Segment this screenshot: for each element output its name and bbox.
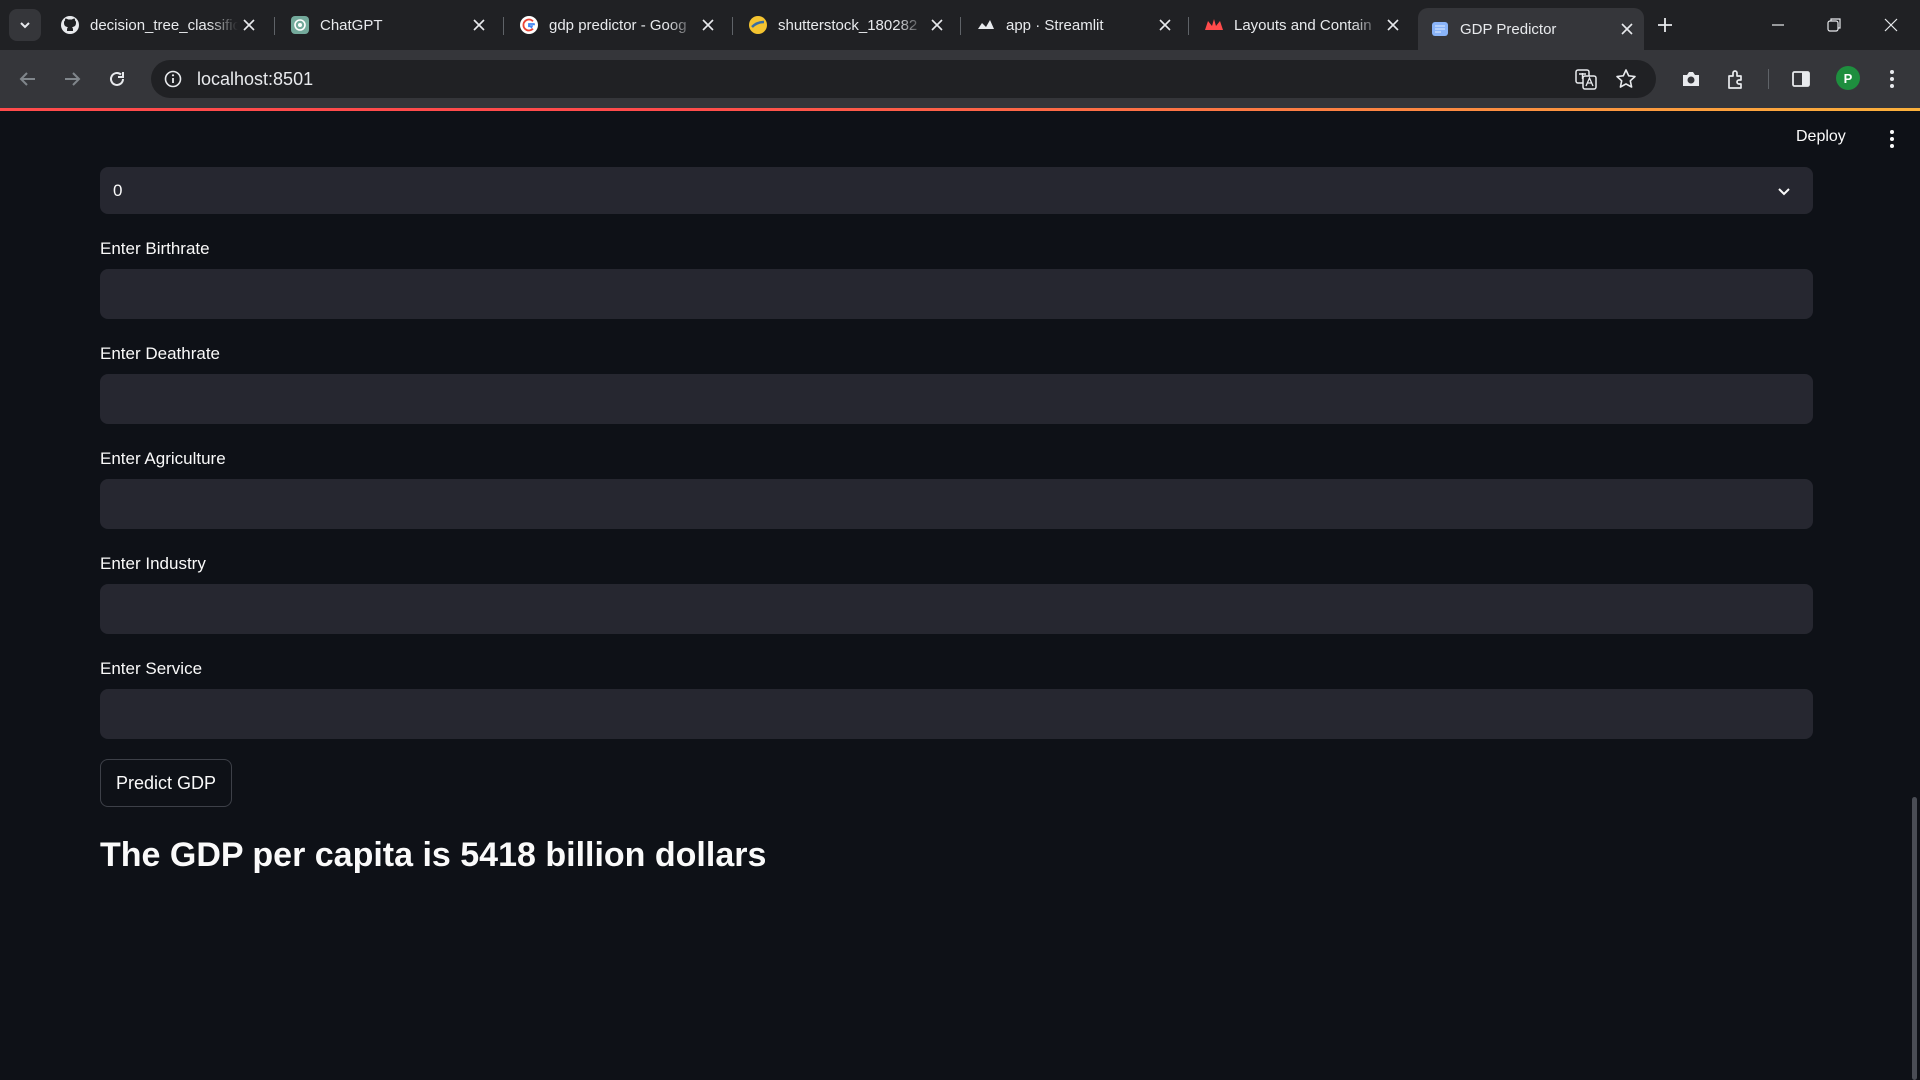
reload-icon: [110, 71, 124, 86]
tab-divider: [274, 17, 275, 35]
plus-icon: [1658, 18, 1672, 32]
tab-layouts-containers[interactable]: Layouts and Contain: [1192, 8, 1410, 42]
restore-icon: [1827, 18, 1841, 32]
prediction-result: The GDP per capita is 5418 billion dolla…: [100, 836, 767, 874]
service-input[interactable]: [100, 689, 1813, 739]
birthrate-label: Enter Birthrate: [100, 239, 210, 258]
minimize-button[interactable]: [1750, 0, 1806, 50]
deploy-button[interactable]: Deploy: [1796, 128, 1846, 146]
image-favicon-icon: [748, 15, 768, 35]
deathrate-label: Enter Deathrate: [100, 344, 221, 363]
country-selectbox[interactable]: 0: [100, 167, 1813, 214]
globe-favicon-icon: [1430, 19, 1450, 39]
url-text: localhost:8501: [197, 69, 314, 89]
birthrate-input[interactable]: [100, 269, 1813, 319]
close-icon[interactable]: [238, 14, 260, 36]
agriculture-label: Enter Agriculture: [100, 449, 226, 468]
reload-button[interactable]: [101, 63, 133, 95]
forward-button[interactable]: [56, 63, 88, 95]
tab-title: ChatGPT: [320, 16, 383, 34]
tab-chatgpt[interactable]: ChatGPT: [278, 8, 496, 42]
app-header: Deploy: [0, 111, 1920, 167]
tab-streamlit-app[interactable]: app · Streamlit: [964, 8, 1182, 42]
tab-title: app · Streamlit: [1006, 16, 1104, 34]
close-icon[interactable]: [926, 14, 948, 36]
tab-decision-tree[interactable]: decision_tree_classific: [48, 8, 266, 42]
streamlit-crown-icon: [1204, 15, 1224, 35]
browser-toolbar: localhost:8501: [0, 50, 1920, 108]
tab-divider: [960, 17, 961, 35]
bookmark-star-icon[interactable]: [1614, 67, 1638, 91]
browser-menu-icon[interactable]: [1876, 63, 1908, 95]
tab-gdp-predictor[interactable]: GDP Predictor: [1418, 8, 1644, 50]
deathrate-input[interactable]: [100, 374, 1813, 424]
chatgpt-icon: [290, 15, 310, 35]
tab-google-search[interactable]: gdp predictor - Goog: [507, 8, 725, 42]
camera-icon[interactable]: [1675, 63, 1707, 95]
tab-divider: [503, 17, 504, 35]
main-menu-icon[interactable]: [1880, 125, 1904, 153]
selectbox-value: 0: [113, 181, 123, 200]
site-info-icon[interactable]: [161, 67, 185, 91]
close-icon: [1884, 18, 1898, 32]
new-tab-button[interactable]: [1651, 11, 1679, 39]
github-icon: [60, 15, 80, 35]
close-icon[interactable]: [697, 14, 719, 36]
toolbar-divider: [1768, 69, 1769, 89]
close-icon[interactable]: [1616, 18, 1638, 40]
restore-button[interactable]: [1806, 0, 1862, 50]
chevron-down-icon[interactable]: [1773, 180, 1795, 202]
side-panel-icon[interactable]: [1785, 63, 1817, 95]
close-window-button[interactable]: [1863, 0, 1919, 50]
page-scrollbar[interactable]: [1912, 797, 1917, 1080]
predict-gdp-button[interactable]: Predict GDP: [100, 759, 232, 807]
tab-strip: decision_tree_classific ChatGPT gdp pred…: [0, 0, 1920, 50]
minimize-icon: [1772, 24, 1784, 26]
agriculture-input[interactable]: [100, 479, 1813, 529]
tab-divider: [732, 17, 733, 35]
tab-divider: [1188, 17, 1189, 35]
service-label: Enter Service: [100, 659, 203, 678]
profile-avatar[interactable]: P: [1836, 66, 1860, 90]
chevron-down-icon: [20, 22, 30, 29]
tab-title: shutterstock_180282: [778, 16, 918, 34]
close-icon[interactable]: [1382, 14, 1404, 36]
arrow-left-icon: [19, 72, 35, 86]
streamlit-icon: [976, 15, 996, 35]
address-bar[interactable]: localhost:8501: [151, 60, 1656, 98]
tab-title: gdp predictor - Goog: [549, 16, 687, 34]
tab-search-button[interactable]: [9, 9, 41, 41]
translate-icon[interactable]: [1574, 67, 1598, 91]
tab-shutterstock[interactable]: shutterstock_180282: [736, 8, 954, 42]
tab-title: decision_tree_classific: [90, 16, 238, 34]
industry-label: Enter Industry: [100, 554, 206, 573]
tab-title: Layouts and Contain: [1234, 16, 1372, 34]
tab-title: GDP Predictor: [1460, 20, 1557, 38]
arrow-right-icon: [65, 72, 81, 86]
back-button[interactable]: [12, 63, 44, 95]
extensions-puzzle-icon[interactable]: [1720, 63, 1752, 95]
close-icon[interactable]: [1154, 14, 1176, 36]
close-icon[interactable]: [468, 14, 490, 36]
industry-input[interactable]: [100, 584, 1813, 634]
google-icon: [519, 15, 539, 35]
